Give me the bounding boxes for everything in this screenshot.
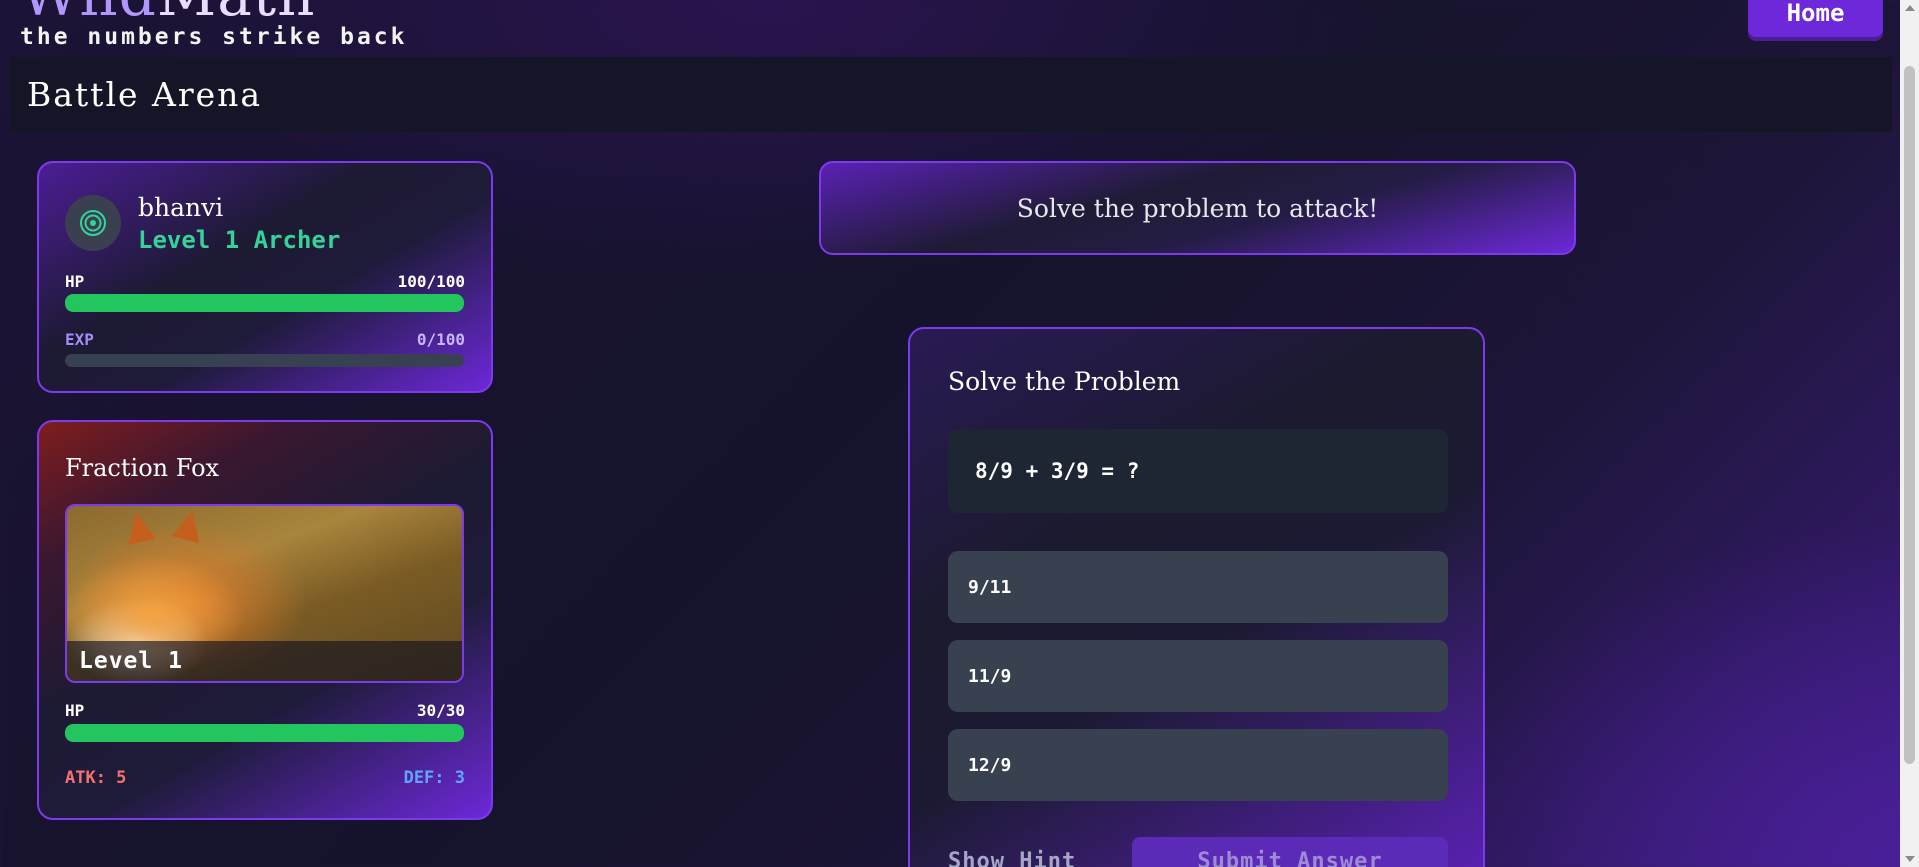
player-exp-value: 0/100: [416, 330, 465, 349]
answer-option-1[interactable]: 9/11: [948, 551, 1448, 623]
monster-image: Level 1: [65, 504, 464, 683]
monster-hp-value: 30/30: [416, 701, 465, 720]
page-scrollbar[interactable]: [1900, 0, 1919, 867]
monster-name: Fraction Fox: [65, 454, 220, 482]
scroll-up-icon[interactable]: [1905, 5, 1915, 11]
equation-text: 8/9 + 3/9 = ?: [975, 459, 1140, 483]
monster-level: Level 1: [79, 648, 183, 674]
player-hp-bar: [65, 294, 464, 312]
target-icon: [65, 195, 121, 251]
battle-prompt: Solve the problem to attack!: [1016, 193, 1379, 223]
home-button[interactable]: Home: [1748, 0, 1883, 37]
monster-defense-stat: DEF: 3: [403, 768, 465, 788]
monster-hp-label: HP: [65, 701, 85, 720]
monster-hp-fill: [65, 724, 464, 742]
player-exp-label: EXP: [65, 330, 94, 349]
section-header: Battle Arena: [10, 57, 1892, 132]
answer-option-2[interactable]: 11/9: [948, 640, 1448, 712]
player-hp-label: HP: [65, 272, 85, 291]
player-exp-bar: [65, 354, 464, 367]
submit-answer-button[interactable]: Submit Answer: [1132, 837, 1448, 867]
player-name: bhanvi: [138, 193, 224, 222]
monster-card: Fraction Fox Level 1 HP 30/30 ATK: 5 DEF…: [37, 420, 493, 820]
show-hint-button[interactable]: Show Hint: [948, 849, 1076, 867]
app-logo: WildMath: [20, 0, 315, 24]
tagline: the numbers strike back: [20, 24, 408, 50]
answer-option-3[interactable]: 12/9: [948, 729, 1448, 801]
page-title: Battle Arena: [27, 75, 263, 114]
player-hp-fill: [65, 294, 464, 312]
scroll-down-icon[interactable]: [1905, 856, 1915, 862]
scrollbar-thumb[interactable]: [1904, 66, 1915, 764]
monster-level-overlay: Level 1: [67, 641, 462, 681]
battle-prompt-box: Solve the problem to attack!: [819, 161, 1576, 255]
player-level: Level 1 Archer: [138, 226, 341, 254]
problem-title: Solve the Problem: [948, 367, 1181, 396]
equation-box: 8/9 + 3/9 = ?: [948, 429, 1448, 513]
monster-attack-stat: ATK: 5: [65, 768, 127, 788]
problem-card: Solve the Problem 8/9 + 3/9 = ? 9/11 11/…: [908, 327, 1485, 867]
player-card: bhanvi Level 1 Archer HP 100/100 EXP 0/1…: [37, 161, 493, 393]
monster-hp-bar: [65, 724, 464, 742]
player-hp-value: 100/100: [397, 272, 465, 291]
